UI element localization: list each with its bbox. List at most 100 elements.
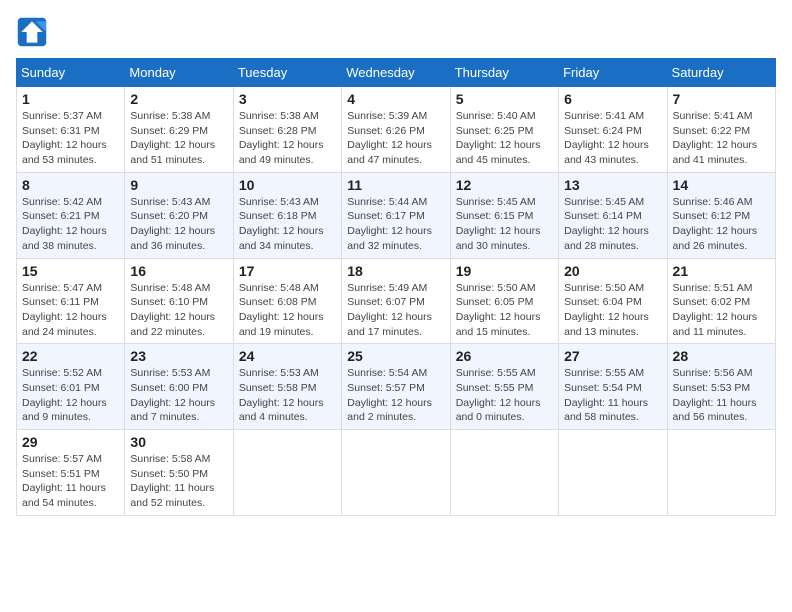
day-info: Sunrise: 5:49 AM Sunset: 6:07 PM Dayligh… [347, 281, 444, 340]
header-thursday: Thursday [450, 59, 558, 87]
empty-cell [233, 430, 341, 516]
empty-cell [667, 430, 775, 516]
day-number: 21 [673, 263, 770, 279]
day-cell-21: 21 Sunrise: 5:51 AM Sunset: 6:02 PM Dayl… [667, 258, 775, 344]
page-header [16, 16, 776, 48]
day-number: 6 [564, 91, 661, 107]
day-number: 5 [456, 91, 553, 107]
day-cell-4: 4 Sunrise: 5:39 AM Sunset: 6:26 PM Dayli… [342, 87, 450, 173]
calendar-table: Sunday Monday Tuesday Wednesday Thursday… [16, 58, 776, 516]
calendar-row-1: 1 Sunrise: 5:37 AM Sunset: 6:31 PM Dayli… [17, 87, 776, 173]
day-cell-30: 30 Sunrise: 5:58 AM Sunset: 5:50 PM Dayl… [125, 430, 233, 516]
day-cell-27: 27 Sunrise: 5:55 AM Sunset: 5:54 PM Dayl… [559, 344, 667, 430]
day-cell-18: 18 Sunrise: 5:49 AM Sunset: 6:07 PM Dayl… [342, 258, 450, 344]
day-info: Sunrise: 5:55 AM Sunset: 5:54 PM Dayligh… [564, 366, 661, 425]
header-saturday: Saturday [667, 59, 775, 87]
day-number: 18 [347, 263, 444, 279]
day-cell-19: 19 Sunrise: 5:50 AM Sunset: 6:05 PM Dayl… [450, 258, 558, 344]
calendar-row-3: 15 Sunrise: 5:47 AM Sunset: 6:11 PM Dayl… [17, 258, 776, 344]
day-info: Sunrise: 5:39 AM Sunset: 6:26 PM Dayligh… [347, 109, 444, 168]
day-cell-22: 22 Sunrise: 5:52 AM Sunset: 6:01 PM Dayl… [17, 344, 125, 430]
day-info: Sunrise: 5:46 AM Sunset: 6:12 PM Dayligh… [673, 195, 770, 254]
day-cell-1: 1 Sunrise: 5:37 AM Sunset: 6:31 PM Dayli… [17, 87, 125, 173]
day-number: 27 [564, 348, 661, 364]
day-number: 4 [347, 91, 444, 107]
day-number: 17 [239, 263, 336, 279]
day-number: 22 [22, 348, 119, 364]
day-cell-3: 3 Sunrise: 5:38 AM Sunset: 6:28 PM Dayli… [233, 87, 341, 173]
day-number: 7 [673, 91, 770, 107]
day-info: Sunrise: 5:56 AM Sunset: 5:53 PM Dayligh… [673, 366, 770, 425]
day-info: Sunrise: 5:40 AM Sunset: 6:25 PM Dayligh… [456, 109, 553, 168]
day-number: 19 [456, 263, 553, 279]
day-number: 13 [564, 177, 661, 193]
day-number: 26 [456, 348, 553, 364]
day-number: 11 [347, 177, 444, 193]
day-cell-14: 14 Sunrise: 5:46 AM Sunset: 6:12 PM Dayl… [667, 172, 775, 258]
day-number: 12 [456, 177, 553, 193]
calendar-row-5: 29 Sunrise: 5:57 AM Sunset: 5:51 PM Dayl… [17, 430, 776, 516]
day-info: Sunrise: 5:53 AM Sunset: 5:58 PM Dayligh… [239, 366, 336, 425]
day-cell-26: 26 Sunrise: 5:55 AM Sunset: 5:55 PM Dayl… [450, 344, 558, 430]
day-cell-24: 24 Sunrise: 5:53 AM Sunset: 5:58 PM Dayl… [233, 344, 341, 430]
day-info: Sunrise: 5:50 AM Sunset: 6:05 PM Dayligh… [456, 281, 553, 340]
day-number: 15 [22, 263, 119, 279]
day-info: Sunrise: 5:55 AM Sunset: 5:55 PM Dayligh… [456, 366, 553, 425]
day-info: Sunrise: 5:42 AM Sunset: 6:21 PM Dayligh… [22, 195, 119, 254]
day-number: 25 [347, 348, 444, 364]
day-info: Sunrise: 5:57 AM Sunset: 5:51 PM Dayligh… [22, 452, 119, 511]
day-info: Sunrise: 5:38 AM Sunset: 6:29 PM Dayligh… [130, 109, 227, 168]
day-cell-20: 20 Sunrise: 5:50 AM Sunset: 6:04 PM Dayl… [559, 258, 667, 344]
day-number: 8 [22, 177, 119, 193]
day-cell-7: 7 Sunrise: 5:41 AM Sunset: 6:22 PM Dayli… [667, 87, 775, 173]
calendar-row-2: 8 Sunrise: 5:42 AM Sunset: 6:21 PM Dayli… [17, 172, 776, 258]
logo-icon [16, 16, 48, 48]
day-info: Sunrise: 5:48 AM Sunset: 6:10 PM Dayligh… [130, 281, 227, 340]
day-cell-25: 25 Sunrise: 5:54 AM Sunset: 5:57 PM Dayl… [342, 344, 450, 430]
day-number: 14 [673, 177, 770, 193]
empty-cell [342, 430, 450, 516]
day-info: Sunrise: 5:50 AM Sunset: 6:04 PM Dayligh… [564, 281, 661, 340]
day-number: 23 [130, 348, 227, 364]
day-number: 3 [239, 91, 336, 107]
day-number: 10 [239, 177, 336, 193]
day-number: 29 [22, 434, 119, 450]
day-info: Sunrise: 5:47 AM Sunset: 6:11 PM Dayligh… [22, 281, 119, 340]
day-info: Sunrise: 5:45 AM Sunset: 6:15 PM Dayligh… [456, 195, 553, 254]
day-cell-12: 12 Sunrise: 5:45 AM Sunset: 6:15 PM Dayl… [450, 172, 558, 258]
calendar-row-4: 22 Sunrise: 5:52 AM Sunset: 6:01 PM Dayl… [17, 344, 776, 430]
header-friday: Friday [559, 59, 667, 87]
day-info: Sunrise: 5:51 AM Sunset: 6:02 PM Dayligh… [673, 281, 770, 340]
logo [16, 16, 52, 48]
day-number: 20 [564, 263, 661, 279]
day-cell-29: 29 Sunrise: 5:57 AM Sunset: 5:51 PM Dayl… [17, 430, 125, 516]
day-number: 24 [239, 348, 336, 364]
day-info: Sunrise: 5:48 AM Sunset: 6:08 PM Dayligh… [239, 281, 336, 340]
day-info: Sunrise: 5:38 AM Sunset: 6:28 PM Dayligh… [239, 109, 336, 168]
day-info: Sunrise: 5:52 AM Sunset: 6:01 PM Dayligh… [22, 366, 119, 425]
day-number: 2 [130, 91, 227, 107]
header-monday: Monday [125, 59, 233, 87]
day-cell-5: 5 Sunrise: 5:40 AM Sunset: 6:25 PM Dayli… [450, 87, 558, 173]
day-info: Sunrise: 5:44 AM Sunset: 6:17 PM Dayligh… [347, 195, 444, 254]
day-info: Sunrise: 5:45 AM Sunset: 6:14 PM Dayligh… [564, 195, 661, 254]
day-info: Sunrise: 5:41 AM Sunset: 6:24 PM Dayligh… [564, 109, 661, 168]
day-info: Sunrise: 5:58 AM Sunset: 5:50 PM Dayligh… [130, 452, 227, 511]
empty-cell [450, 430, 558, 516]
day-cell-2: 2 Sunrise: 5:38 AM Sunset: 6:29 PM Dayli… [125, 87, 233, 173]
day-cell-8: 8 Sunrise: 5:42 AM Sunset: 6:21 PM Dayli… [17, 172, 125, 258]
day-info: Sunrise: 5:37 AM Sunset: 6:31 PM Dayligh… [22, 109, 119, 168]
day-number: 1 [22, 91, 119, 107]
day-number: 16 [130, 263, 227, 279]
header-wednesday: Wednesday [342, 59, 450, 87]
day-cell-16: 16 Sunrise: 5:48 AM Sunset: 6:10 PM Dayl… [125, 258, 233, 344]
day-cell-11: 11 Sunrise: 5:44 AM Sunset: 6:17 PM Dayl… [342, 172, 450, 258]
day-number: 30 [130, 434, 227, 450]
day-cell-13: 13 Sunrise: 5:45 AM Sunset: 6:14 PM Dayl… [559, 172, 667, 258]
day-cell-15: 15 Sunrise: 5:47 AM Sunset: 6:11 PM Dayl… [17, 258, 125, 344]
day-number: 28 [673, 348, 770, 364]
day-info: Sunrise: 5:43 AM Sunset: 6:18 PM Dayligh… [239, 195, 336, 254]
day-cell-23: 23 Sunrise: 5:53 AM Sunset: 6:00 PM Dayl… [125, 344, 233, 430]
day-cell-28: 28 Sunrise: 5:56 AM Sunset: 5:53 PM Dayl… [667, 344, 775, 430]
day-cell-10: 10 Sunrise: 5:43 AM Sunset: 6:18 PM Dayl… [233, 172, 341, 258]
